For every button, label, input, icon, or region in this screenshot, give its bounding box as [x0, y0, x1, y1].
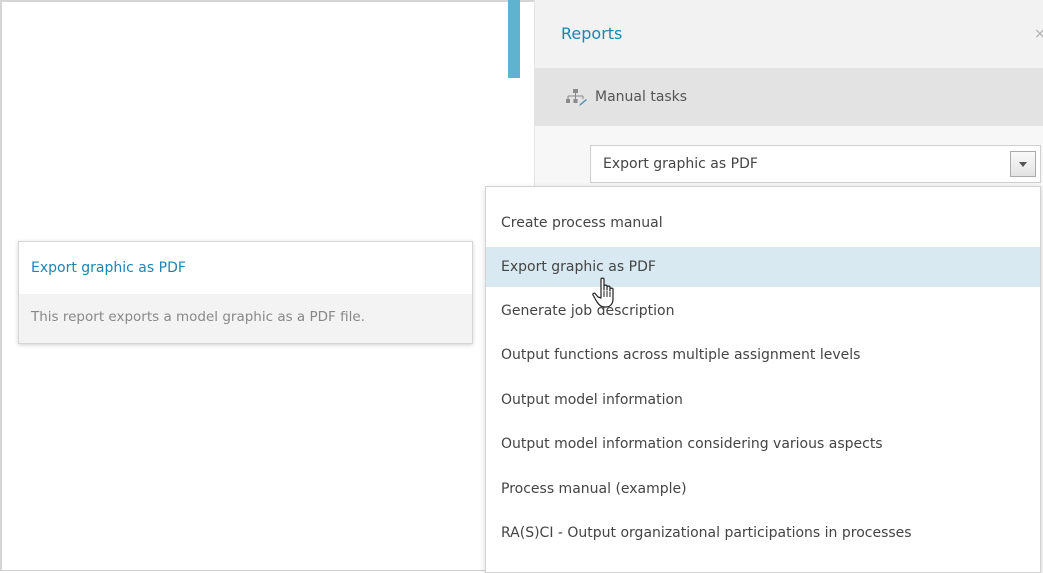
panel-header: Reports × [535, 0, 1043, 68]
dropdown-item-rasci-output[interactable]: RA(S)CI - Output organizational particip… [486, 513, 1040, 553]
dropdown-item-output-model-information-aspects[interactable]: Output model information considering var… [486, 424, 1040, 464]
dropdown-item-create-process-manual[interactable]: Create process manual [486, 203, 1040, 243]
report-tooltip: Export graphic as PDF This report export… [18, 241, 473, 344]
hand-pointer-icon [592, 277, 622, 311]
dropdown-item-export-graphic-pdf[interactable]: Export graphic as PDF [486, 247, 1040, 287]
chevron-down-icon [1019, 162, 1027, 167]
close-icon[interactable]: × [1034, 26, 1043, 42]
select-dropdown-button[interactable] [1010, 151, 1036, 177]
workflow-icon [565, 88, 587, 108]
dropdown-item-generate-job-description[interactable]: Generate job description [486, 291, 1040, 331]
section-manual-tasks[interactable]: Manual tasks [535, 68, 1043, 126]
select-value: Export graphic as PDF [603, 156, 758, 172]
tooltip-title: Export graphic as PDF [31, 260, 186, 276]
tooltip-body: This report exports a model graphic as a… [19, 294, 472, 343]
tooltip-header: Export graphic as PDF [19, 242, 472, 294]
report-dropdown-list: Create process manual Export graphic as … [485, 186, 1041, 573]
tooltip-description: This report exports a model graphic as a… [31, 309, 365, 325]
dropdown-item-output-functions[interactable]: Output functions across multiple assignm… [486, 335, 1040, 375]
panel-title: Reports [561, 24, 623, 43]
report-select[interactable]: Export graphic as PDF [590, 145, 1041, 183]
dropdown-item-process-manual-example[interactable]: Process manual (example) [486, 469, 1040, 509]
section-label: Manual tasks [595, 89, 688, 105]
accent-bar [508, 0, 520, 78]
dropdown-item-output-model-information[interactable]: Output model information [486, 380, 1040, 420]
